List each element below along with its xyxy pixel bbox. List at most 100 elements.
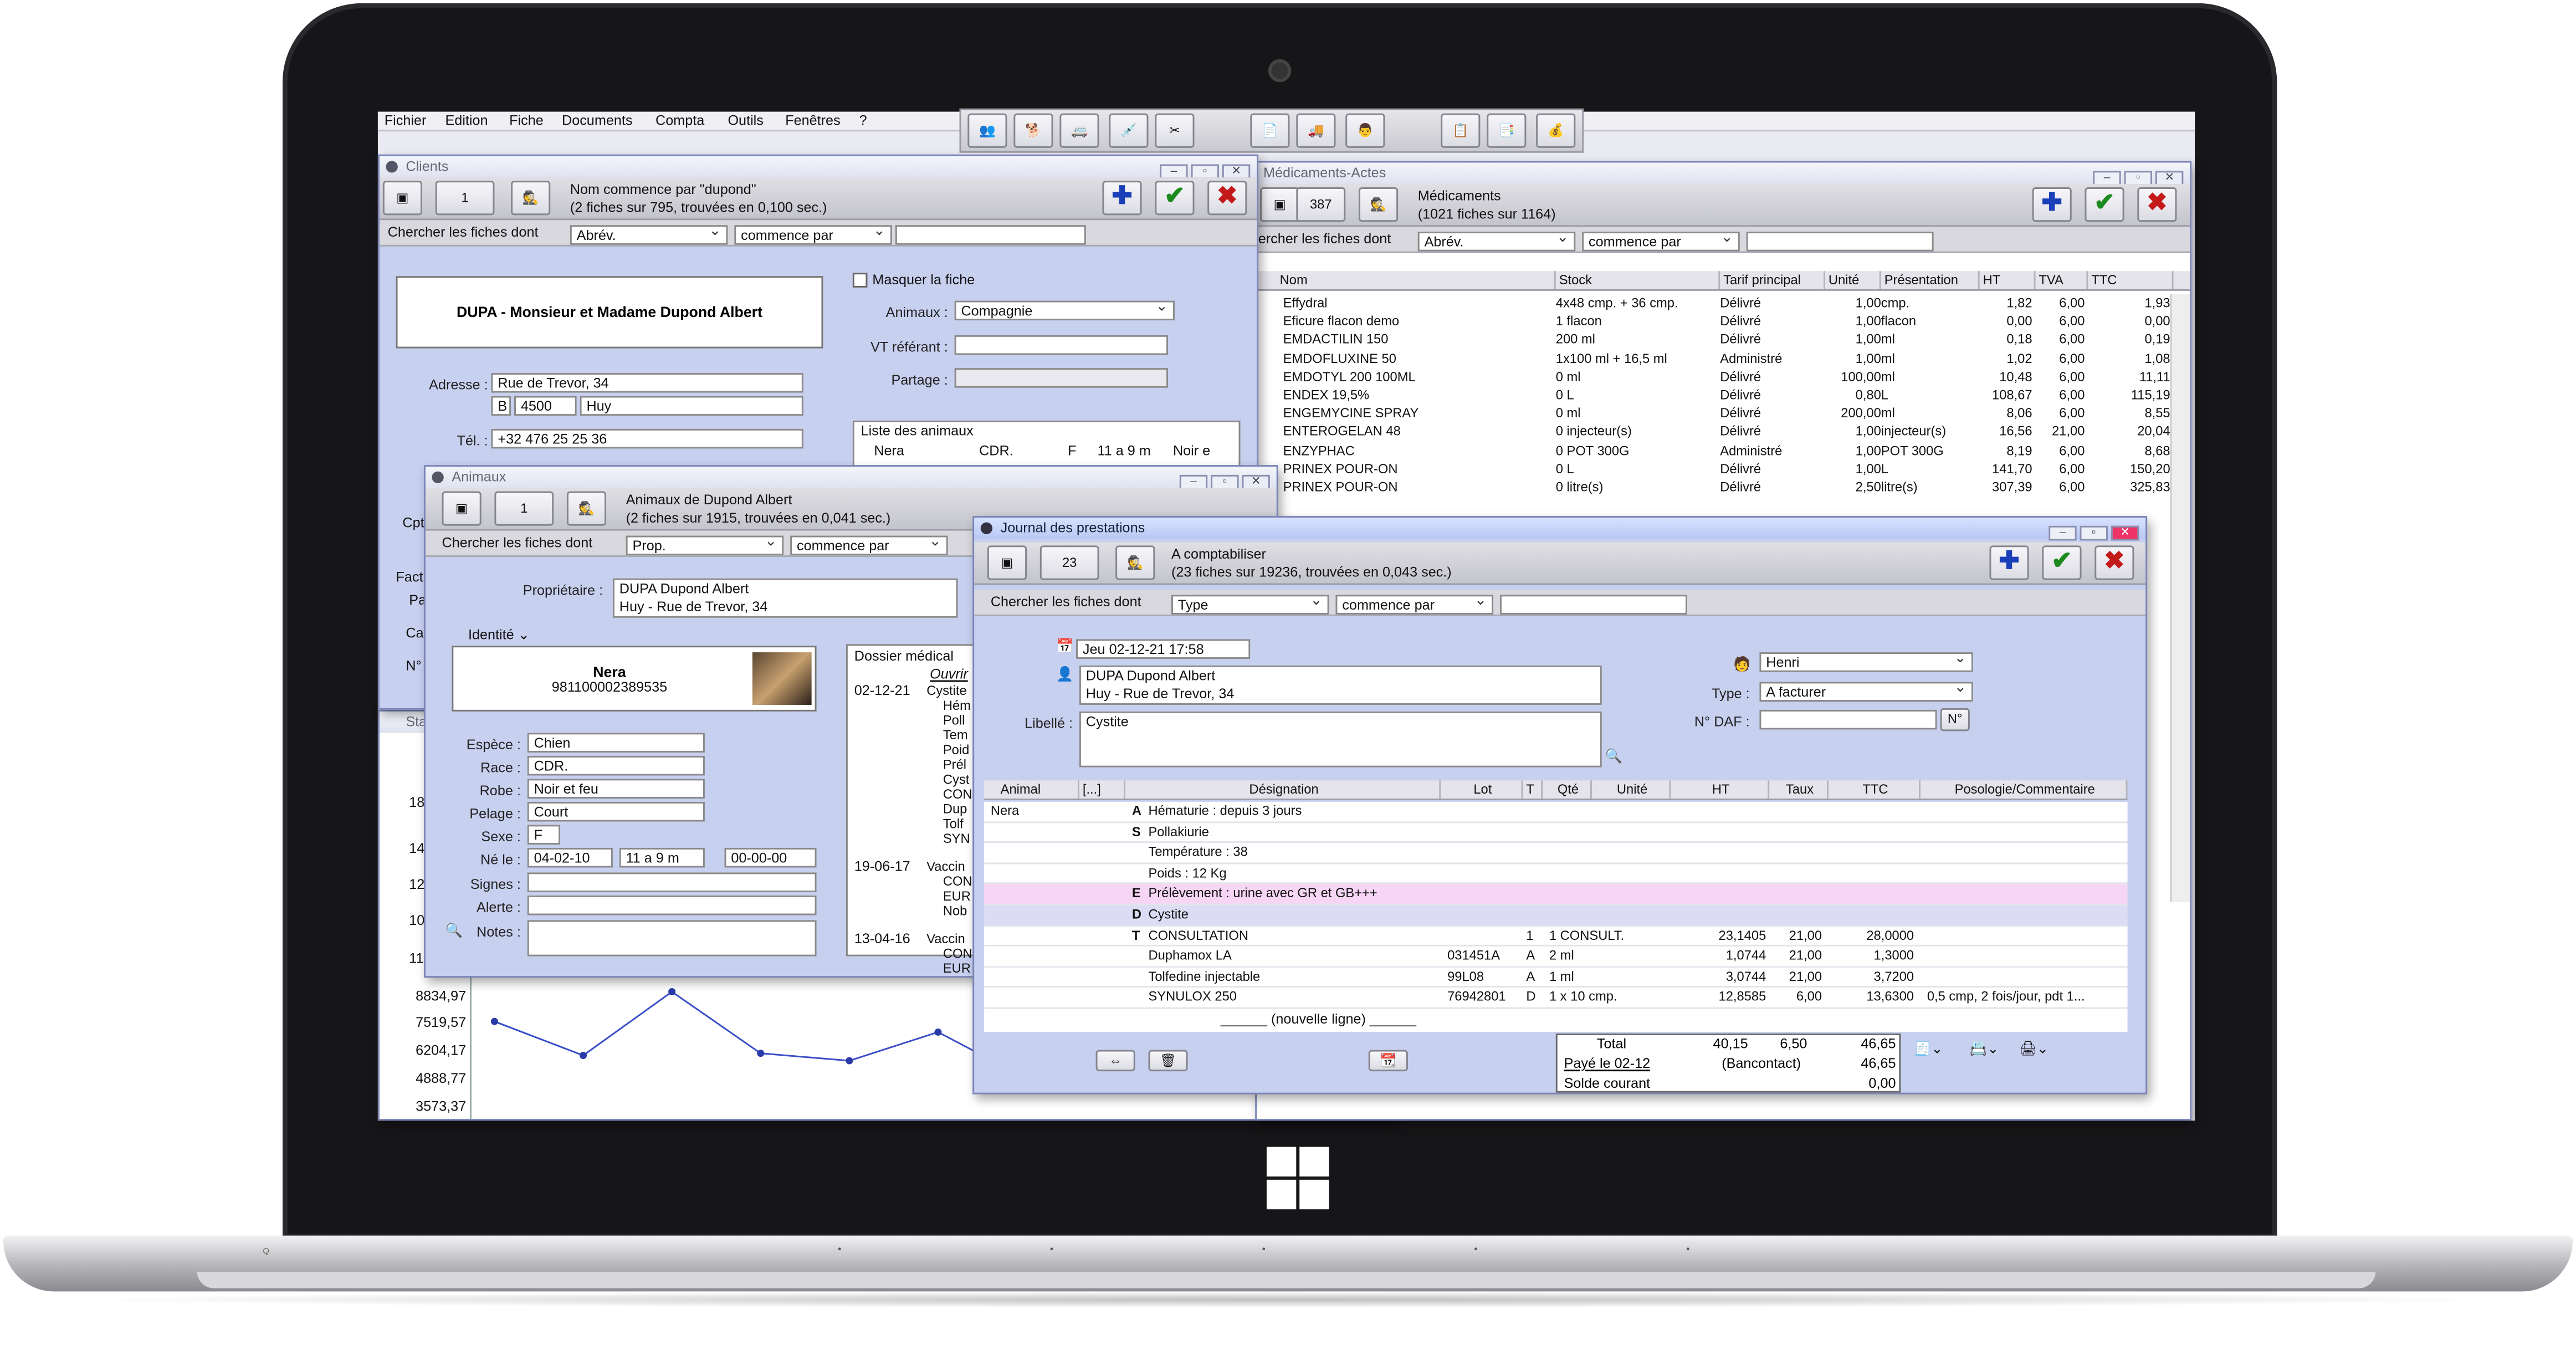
col-expand[interactable]: [...] [1079, 780, 1125, 799]
journal-row[interactable]: Nera A Hématurie : depuis 3 jours [984, 801, 2128, 823]
terminal-icon[interactable]: 🖨⌄ [2019, 1040, 2048, 1058]
search-field-select[interactable]: Abrév. [570, 225, 728, 245]
agent-icon[interactable]: 🕵 [1115, 545, 1155, 580]
journal-row[interactable]: Température : 38 [984, 843, 2128, 864]
col-designation[interactable]: Désignation [1125, 780, 1441, 799]
search-field-select[interactable]: Type [1171, 595, 1329, 615]
journal-row[interactable]: Duphamox LA 031451A A 2 ml 1,0744 21,00 1,3000 [984, 947, 2128, 968]
animal-row-name[interactable]: Nera [874, 442, 904, 461]
view-icon[interactable]: ▣ [442, 491, 482, 526]
maximize-button[interactable]: ▫ [1211, 474, 1239, 490]
death-field[interactable]: 00-00-00 [724, 847, 817, 868]
menu-fichier[interactable]: Fichier [385, 112, 427, 130]
search-input[interactable] [1746, 232, 1934, 252]
count-button[interactable]: 1 [435, 181, 495, 216]
view-icon[interactable]: ▣ [382, 181, 422, 216]
menu-fenetres[interactable]: Fenêtres [785, 112, 840, 130]
report2-icon[interactable]: 📑 [1487, 113, 1527, 148]
col-ttc[interactable]: TTC [1829, 780, 1921, 799]
minimize-button[interactable]: – [2048, 525, 2077, 541]
journal-row[interactable]: E Prélèvement : urine avec GR et GB+++ [984, 884, 2128, 906]
maximize-button[interactable]: ▫ [2080, 525, 2108, 541]
col-posologie[interactable]: Posologie/Commentaire [1921, 780, 2128, 799]
new-line-row[interactable]: ______ (nouvelle ligne) ______ [1221, 1010, 1416, 1029]
owner-field[interactable]: DUPA Dupond Albert Huy - Rue de Trevor, 3… [612, 578, 958, 618]
col-presentation[interactable]: Présentation [1881, 271, 1980, 289]
col-ttc[interactable]: TTC [2088, 271, 2174, 289]
birth-field[interactable]: 04-02-10 [527, 847, 613, 868]
truck-icon[interactable]: 🚚 [1296, 113, 1336, 148]
validate-button[interactable]: ✔ [2042, 545, 2082, 580]
daf-button[interactable]: N° [1940, 708, 1970, 732]
phone-field[interactable]: +32 476 25 25 36 [491, 428, 803, 449]
daf-field[interactable] [1759, 709, 1937, 730]
meds-row[interactable]: EMDOTYL 200 100ML 0 ml Délivré 100,00 ml 10,4… [1257, 368, 2176, 386]
match-mode-select[interactable]: commence par [1582, 232, 1740, 252]
meds-row[interactable]: Effydral 4x48 cmp. + 36 cmp. Délivré 1,00 cm… [1257, 294, 2176, 313]
share-field[interactable] [954, 368, 1169, 388]
col-tva[interactable]: TVA [2036, 271, 2088, 289]
journal-row[interactable]: Poids : 12 Kg [984, 863, 2128, 885]
close-button[interactable]: ✕ [1242, 474, 1270, 490]
meds-scrollbar[interactable] [2170, 294, 2190, 902]
add-button[interactable]: ✚ [2032, 187, 2072, 222]
menu-outils[interactable]: Outils [728, 112, 763, 130]
libelle-field[interactable]: Cystite [1079, 711, 1602, 768]
calendar-button-icon[interactable]: 📆 [1368, 1050, 1408, 1072]
col-unite[interactable]: Unité [1592, 780, 1671, 799]
match-mode-select[interactable]: commence par [1335, 595, 1494, 615]
hair-field[interactable]: Court [527, 801, 705, 822]
col-nom[interactable]: Nom [1277, 271, 1556, 289]
col-stock[interactable]: Stock [1556, 271, 1720, 289]
hide-checkbox[interactable] [852, 273, 868, 288]
client-field[interactable]: DUPA Dupond Albert Huy - Rue de Trevor, 3… [1079, 665, 1602, 705]
client-icon[interactable]: 👤 [1056, 666, 1073, 684]
print-icon[interactable]: 📇⌄ [1970, 1040, 1999, 1058]
alert-field[interactable] [527, 895, 817, 916]
calendar-icon[interactable]: 📅 [1056, 637, 1073, 656]
journal-row[interactable]: SYNULOX 250 76942801 D 1 x 10 cmp. 12,8585 6,… [984, 988, 2128, 1009]
agent-icon[interactable]: 🕵 [566, 491, 607, 526]
signs-field[interactable] [527, 872, 817, 892]
close-button[interactable]: ✕ [1222, 164, 1251, 180]
search-field-select[interactable]: Prop. [626, 535, 784, 556]
money-bag-icon[interactable]: 💰 [1536, 113, 1576, 148]
view-icon[interactable]: ▣ [1260, 187, 1300, 222]
meds-row[interactable]: EMDACTILIN 150 200 ml Délivré 1,00 ml 0,18 6,0… [1257, 331, 2176, 349]
medical-date[interactable]: 13-04-16 [854, 930, 910, 948]
trash-icon[interactable]: 🗑 [1148, 1050, 1188, 1072]
syringe-icon[interactable]: 💉 [1109, 113, 1149, 148]
col-unite[interactable]: Unité [1825, 271, 1881, 289]
count-button[interactable]: 1 [494, 491, 554, 526]
meds-row[interactable]: ENGEMYCINE SPRAY 0 ml Délivré 200,00 ml 8,06 6… [1257, 405, 2176, 423]
animals-icon[interactable]: 🐕 [1013, 113, 1053, 148]
journal-row[interactable]: D Cystite [984, 905, 2128, 926]
journal-row[interactable]: S Pollakiurie [984, 822, 2128, 843]
coat-field[interactable]: Noir et feu [527, 779, 705, 799]
maximize-button[interactable]: ▫ [1191, 164, 1219, 180]
close-button[interactable]: ✕ [2155, 171, 2184, 186]
search-field-select[interactable]: Abrév. [1417, 232, 1576, 252]
paid-label[interactable]: Payé le 02-12 [1564, 1055, 1651, 1073]
view-icon[interactable]: ▣ [987, 545, 1027, 580]
notes-field[interactable] [527, 920, 817, 957]
zip-field[interactable]: 4500 [514, 396, 577, 416]
sex-field[interactable]: F [527, 825, 561, 845]
col-animal[interactable]: Animal [984, 780, 1079, 799]
medical-date[interactable]: 02-12-21 [854, 682, 910, 700]
validate-button[interactable]: ✔ [1155, 181, 1195, 216]
agent-icon[interactable]: 🕵 [511, 181, 551, 216]
menu-fiche[interactable]: Fiche [509, 112, 544, 130]
cancel-button[interactable]: ✖ [1207, 181, 1247, 216]
col-qte[interactable]: Qté [1543, 780, 1592, 799]
document-icon[interactable]: 📄 [1250, 113, 1290, 148]
menu-edition[interactable]: Edition [445, 112, 488, 130]
type-select[interactable]: A facturer [1759, 682, 1973, 702]
meds-row[interactable]: ENZYPHAC 0 POT 300G Administré 1,00 POT 300G… [1257, 441, 2176, 459]
meds-row[interactable]: EMDOFLUXINE 50 1x100 ml + 16,5 ml Administ… [1257, 349, 2176, 367]
journal-row[interactable]: T CONSULTATION 1 1 CONSULT. 23,1405 21,00 28,0… [984, 925, 2128, 947]
minimize-button[interactable]: – [2093, 171, 2121, 186]
col-lot[interactable]: Lot [1441, 780, 1523, 799]
search-input[interactable] [895, 225, 1086, 245]
animals-select[interactable]: Compagnie [954, 300, 1175, 321]
